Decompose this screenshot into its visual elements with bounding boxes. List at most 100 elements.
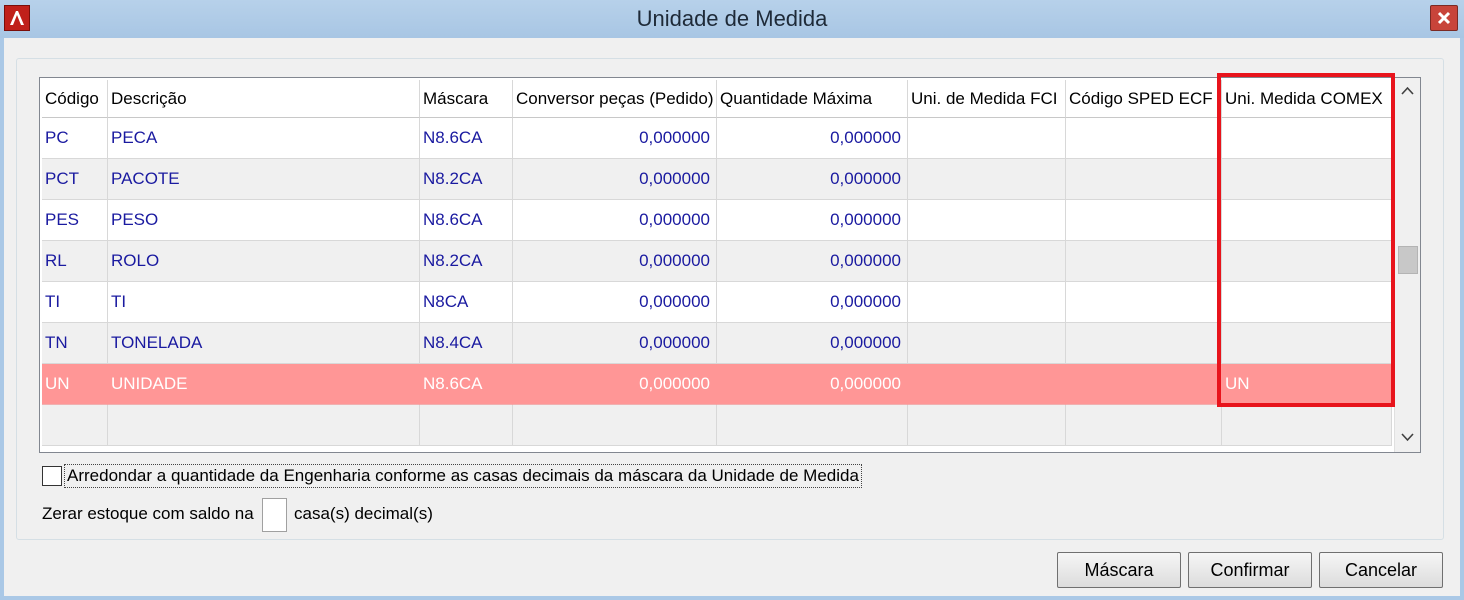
cell-mascara[interactable]: N8.2CA <box>420 241 513 282</box>
cell-uni-medida-fci[interactable] <box>908 405 1066 446</box>
cell-uni-medida-comex[interactable] <box>1222 282 1392 323</box>
table-row[interactable]: PC PECA N8.6CA 0,000000 0,000000 <box>42 118 1392 159</box>
cell-uni-medida-comex[interactable] <box>1222 241 1392 282</box>
cell-quantidade-maxima[interactable]: 0,000000 <box>717 364 908 405</box>
cell-conversor[interactable] <box>513 405 717 446</box>
cell-codigo[interactable] <box>42 405 108 446</box>
cell-mascara[interactable]: N8.6CA <box>420 364 513 405</box>
cell-uni-medida-comex[interactable]: UN <box>1222 364 1392 405</box>
cell-uni-medida-fci[interactable] <box>908 282 1066 323</box>
cell-descricao[interactable]: PECA <box>108 118 420 159</box>
cell-quantidade-maxima[interactable]: 0,000000 <box>717 323 908 364</box>
scroll-up-button[interactable] <box>1395 78 1420 104</box>
column-header-uni-medida-fci[interactable]: Uni. de Medida FCI <box>908 80 1066 118</box>
chevron-down-icon <box>1401 433 1414 442</box>
column-header-mascara[interactable]: Máscara <box>420 80 513 118</box>
cell-quantidade-maxima[interactable]: 0,000000 <box>717 200 908 241</box>
units-grid[interactable]: Código Descrição Máscara Conversor peças… <box>39 77 1421 453</box>
table-row[interactable]: TN TONELADA N8.4CA 0,000000 0,000000 <box>42 323 1392 364</box>
cell-codigo[interactable]: PCT <box>42 159 108 200</box>
cell-conversor[interactable]: 0,000000 <box>513 159 717 200</box>
cell-mascara[interactable]: N8.4CA <box>420 323 513 364</box>
cell-quantidade-maxima[interactable] <box>717 405 908 446</box>
cell-codigo[interactable]: TN <box>42 323 108 364</box>
cell-conversor[interactable]: 0,000000 <box>513 118 717 159</box>
cell-descricao[interactable]: UNIDADE <box>108 364 420 405</box>
cell-uni-medida-fci[interactable] <box>908 323 1066 364</box>
mascara-button[interactable]: Máscara <box>1057 552 1181 588</box>
cell-uni-medida-comex[interactable] <box>1222 200 1392 241</box>
cell-uni-medida-comex[interactable] <box>1222 159 1392 200</box>
cell-descricao[interactable]: ROLO <box>108 241 420 282</box>
table-row[interactable]: PCT PACOTE N8.2CA 0,000000 0,000000 <box>42 159 1392 200</box>
cell-codigo-sped-ecf[interactable] <box>1066 405 1222 446</box>
grid-content: Código Descrição Máscara Conversor peças… <box>42 80 1392 446</box>
cell-mascara[interactable]: N8CA <box>420 282 513 323</box>
cell-descricao[interactable]: TONELADA <box>108 323 420 364</box>
confirmar-button[interactable]: Confirmar <box>1188 552 1312 588</box>
cell-quantidade-maxima[interactable]: 0,000000 <box>717 241 908 282</box>
cell-uni-medida-fci[interactable] <box>908 118 1066 159</box>
window-title: Unidade de Medida <box>636 6 828 31</box>
cell-codigo-sped-ecf[interactable] <box>1066 159 1222 200</box>
cell-uni-medida-fci[interactable] <box>908 364 1066 405</box>
scroll-down-button[interactable] <box>1395 424 1420 450</box>
close-button[interactable] <box>1430 5 1458 31</box>
grid-header-row: Código Descrição Máscara Conversor peças… <box>42 80 1392 118</box>
decimal-places-input[interactable] <box>262 498 287 532</box>
column-header-codigo[interactable]: Código <box>42 80 108 118</box>
cell-codigo[interactable]: PC <box>42 118 108 159</box>
round-quantity-label[interactable]: Arredondar a quantidade da Engenharia co… <box>64 464 862 488</box>
cell-uni-medida-comex[interactable] <box>1222 405 1392 446</box>
cell-uni-medida-comex[interactable] <box>1222 323 1392 364</box>
cell-conversor[interactable]: 0,000000 <box>513 241 717 282</box>
cell-descricao[interactable]: PACOTE <box>108 159 420 200</box>
cell-uni-medida-comex[interactable] <box>1222 118 1392 159</box>
column-header-descricao[interactable]: Descrição <box>108 80 420 118</box>
cell-codigo[interactable]: RL <box>42 241 108 282</box>
round-quantity-checkbox[interactable] <box>42 466 62 486</box>
cell-descricao[interactable]: PESO <box>108 200 420 241</box>
close-icon <box>1437 11 1451 25</box>
column-header-conversor[interactable]: Conversor peças (Pedido) <box>513 80 717 118</box>
vertical-scrollbar[interactable] <box>1394 78 1420 452</box>
column-header-quantidade-maxima[interactable]: Quantidade Máxima <box>717 80 908 118</box>
column-header-codigo-sped-ecf[interactable]: Código SPED ECF <box>1066 80 1222 118</box>
cell-codigo-sped-ecf[interactable] <box>1066 282 1222 323</box>
cell-codigo-sped-ecf[interactable] <box>1066 323 1222 364</box>
table-row[interactable]: TI TI N8CA 0,000000 0,000000 <box>42 282 1392 323</box>
cell-codigo[interactable]: UN <box>42 364 108 405</box>
cell-codigo[interactable]: PES <box>42 200 108 241</box>
cell-codigo-sped-ecf[interactable] <box>1066 364 1222 405</box>
cell-codigo-sped-ecf[interactable] <box>1066 118 1222 159</box>
column-header-uni-medida-comex[interactable]: Uni. Medida COMEX <box>1222 80 1392 118</box>
cell-conversor[interactable]: 0,000000 <box>513 282 717 323</box>
cell-quantidade-maxima[interactable]: 0,000000 <box>717 159 908 200</box>
table-row[interactable]: RL ROLO N8.2CA 0,000000 0,000000 <box>42 241 1392 282</box>
title-bar: Unidade de Medida <box>0 0 1464 38</box>
cell-quantidade-maxima[interactable]: 0,000000 <box>717 282 908 323</box>
cell-descricao[interactable] <box>108 405 420 446</box>
cell-mascara[interactable]: N8.6CA <box>420 200 513 241</box>
cell-conversor[interactable]: 0,000000 <box>513 364 717 405</box>
chevron-up-icon <box>1401 86 1414 95</box>
cell-conversor[interactable]: 0,000000 <box>513 323 717 364</box>
cell-codigo[interactable]: TI <box>42 282 108 323</box>
cell-descricao[interactable]: TI <box>108 282 420 323</box>
table-row-empty[interactable] <box>42 405 1392 446</box>
cell-uni-medida-fci[interactable] <box>908 159 1066 200</box>
cell-conversor[interactable]: 0,000000 <box>513 200 717 241</box>
cell-uni-medida-fci[interactable] <box>908 241 1066 282</box>
cell-uni-medida-fci[interactable] <box>908 200 1066 241</box>
scroll-thumb[interactable] <box>1398 246 1418 274</box>
cell-codigo-sped-ecf[interactable] <box>1066 200 1222 241</box>
zerar-estoque-label: Zerar estoque com saldo na <box>42 504 254 523</box>
cell-mascara[interactable]: N8.2CA <box>420 159 513 200</box>
table-row[interactable]: UN UNIDADE N8.6CA 0,000000 0,000000 UN <box>42 364 1392 405</box>
table-row[interactable]: PES PESO N8.6CA 0,000000 0,000000 <box>42 200 1392 241</box>
cell-mascara[interactable]: N8.6CA <box>420 118 513 159</box>
cell-mascara[interactable] <box>420 405 513 446</box>
cell-codigo-sped-ecf[interactable] <box>1066 241 1222 282</box>
cell-quantidade-maxima[interactable]: 0,000000 <box>717 118 908 159</box>
cancelar-button[interactable]: Cancelar <box>1319 552 1443 588</box>
